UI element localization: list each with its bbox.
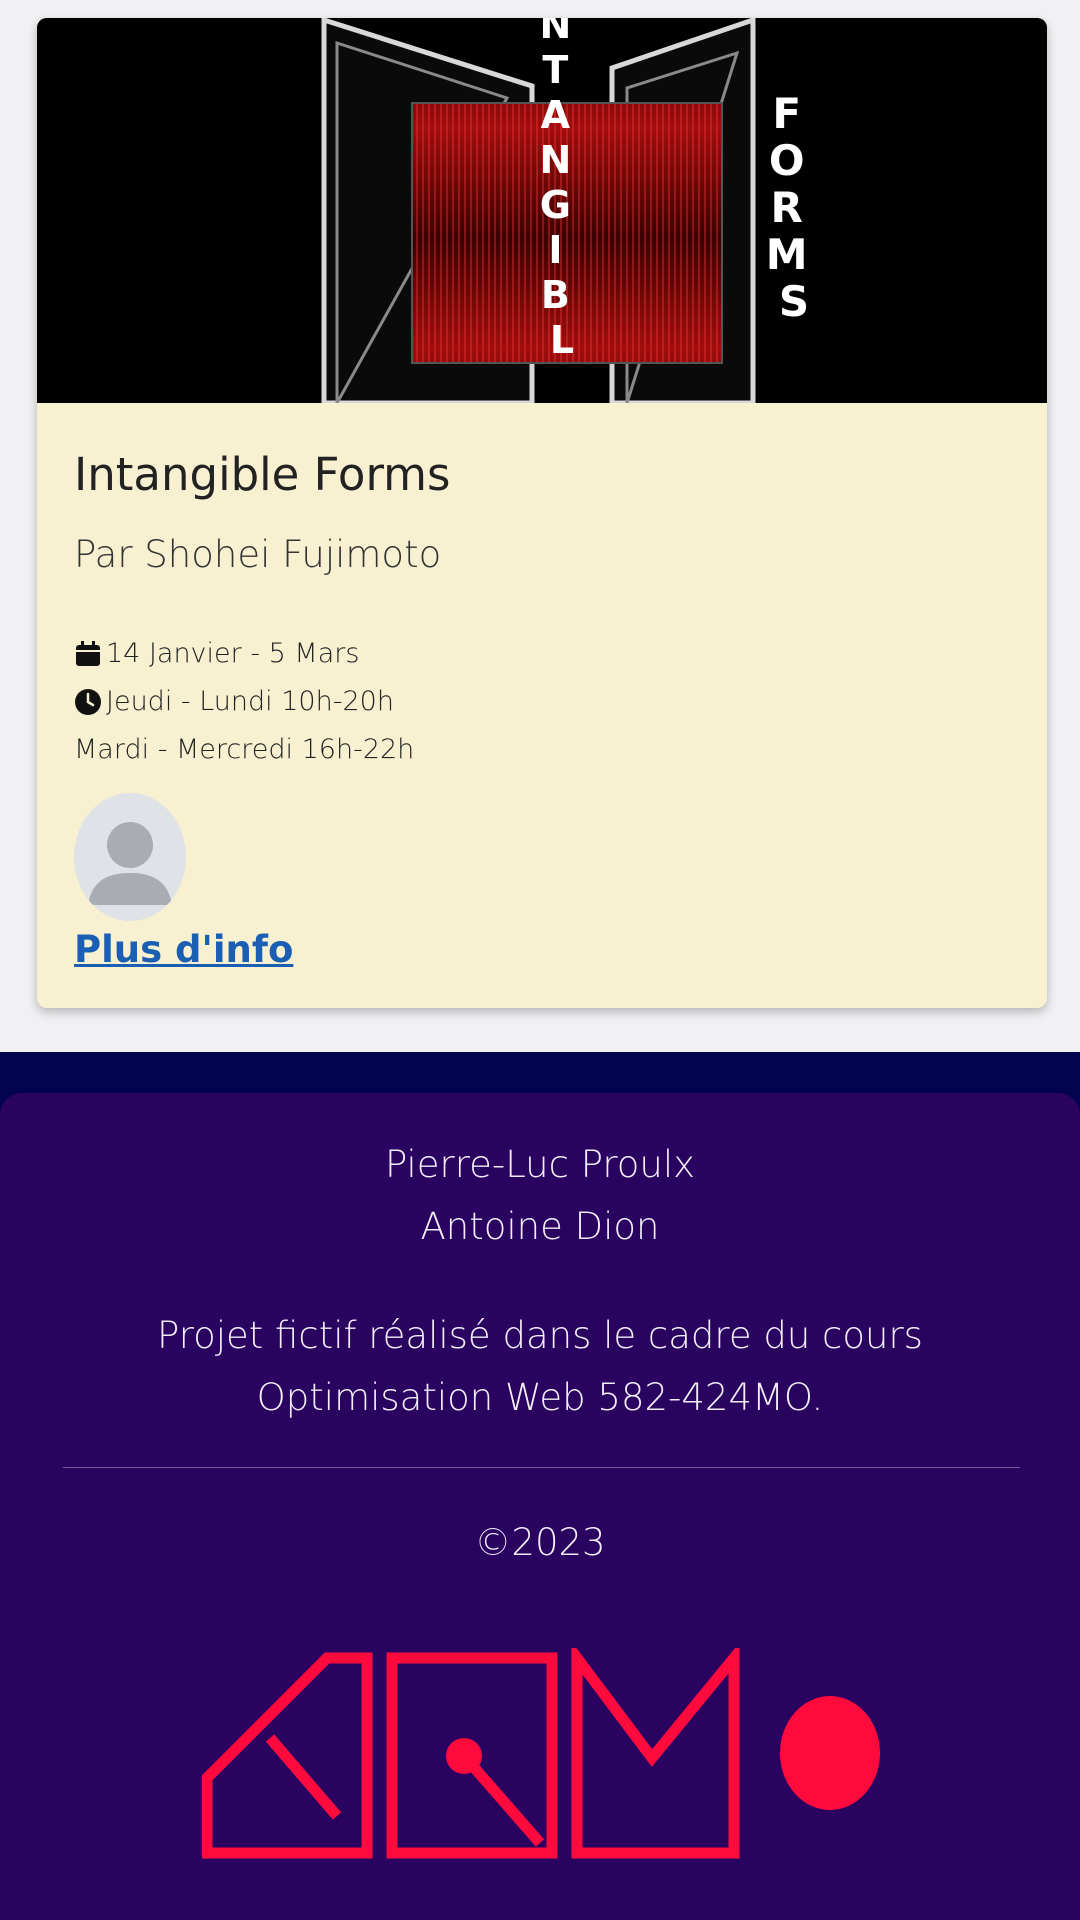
footer-copyright: ©2023 <box>474 1521 606 1564</box>
footer-author-1: Pierre-Luc Proulx <box>384 1143 696 1186</box>
calendar-icon <box>74 640 102 668</box>
avatar-placeholder-icon <box>74 793 186 921</box>
footer-author-2: Antoine Dion <box>420 1205 660 1248</box>
page: N T A N G I B L F O R M S Intangible For… <box>0 0 1080 1920</box>
footer-description-line-1: Projet fictif réalisé dans le cadre du c… <box>157 1314 923 1357</box>
event-hours-1-text: Jeudi - Lundi 10h-20h <box>106 686 394 717</box>
event-author: Par Shohei Fujimoto <box>74 533 442 576</box>
event-poster-image: N T A N G I B L F O R M S <box>37 18 1047 403</box>
aqm-logo <box>201 1641 882 1867</box>
poster-text-ntangibl: N T A N G I B L <box>539 18 584 362</box>
footer: Pierre-Luc Proulx Antoine Dion Projet fi… <box>0 1093 1080 1920</box>
clock-icon <box>74 688 102 716</box>
event-title: Intangible Forms <box>74 448 451 501</box>
footer-description-line-2: Optimisation Web 582-424MO. <box>256 1376 824 1419</box>
event-hours-1: Jeudi - Lundi 10h-20h <box>74 686 394 717</box>
event-hours-2-text: Mardi - Mercredi 16h-22h <box>74 734 415 765</box>
more-info-link[interactable]: Plus d'info <box>74 928 293 971</box>
event-hours-2: Mardi - Mercredi 16h-22h <box>74 734 414 765</box>
event-dates: 14 Janvier - 5 Mars <box>74 638 359 669</box>
event-card: N T A N G I B L F O R M S Intangible For… <box>37 18 1047 1008</box>
footer-divider <box>63 1467 1020 1468</box>
event-dates-text: 14 Janvier - 5 Mars <box>106 638 360 669</box>
